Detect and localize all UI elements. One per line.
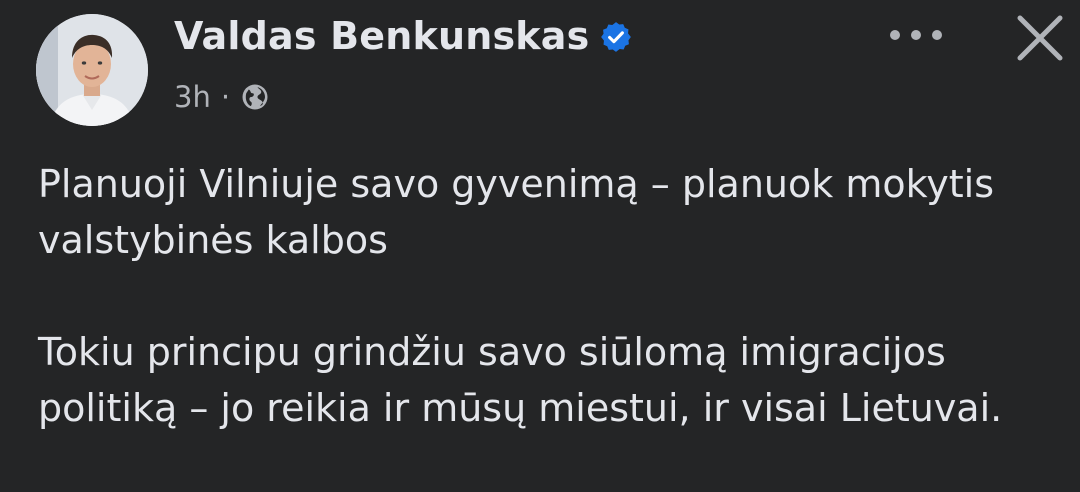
close-icon <box>1017 15 1063 61</box>
post-paragraph: Tokiu principu grindžiu savo siūlomą imi… <box>38 330 1003 430</box>
post-meta: 3h · <box>174 80 270 114</box>
globe-icon[interactable] <box>240 82 270 112</box>
meta-separator: · <box>220 80 231 114</box>
more-horizontal-icon <box>890 30 942 40</box>
post-text: Planuoji Vilniuje savo gyvenimą – planuo… <box>38 156 1068 492</box>
post-header: Valdas Benkunskas 3h · <box>0 0 1080 140</box>
more-options-button[interactable] <box>884 20 948 50</box>
author-avatar[interactable] <box>36 14 148 126</box>
avatar-image <box>36 14 148 126</box>
post-paragraph: Planuoji Vilniuje savo gyvenimą – planuo… <box>38 162 994 262</box>
post-timestamp[interactable]: 3h <box>174 80 211 114</box>
author-name-text[interactable]: Valdas Benkunskas <box>174 14 589 58</box>
author-name[interactable]: Valdas Benkunskas <box>174 14 633 58</box>
verified-badge-icon <box>599 19 633 53</box>
close-button[interactable] <box>1010 8 1070 68</box>
